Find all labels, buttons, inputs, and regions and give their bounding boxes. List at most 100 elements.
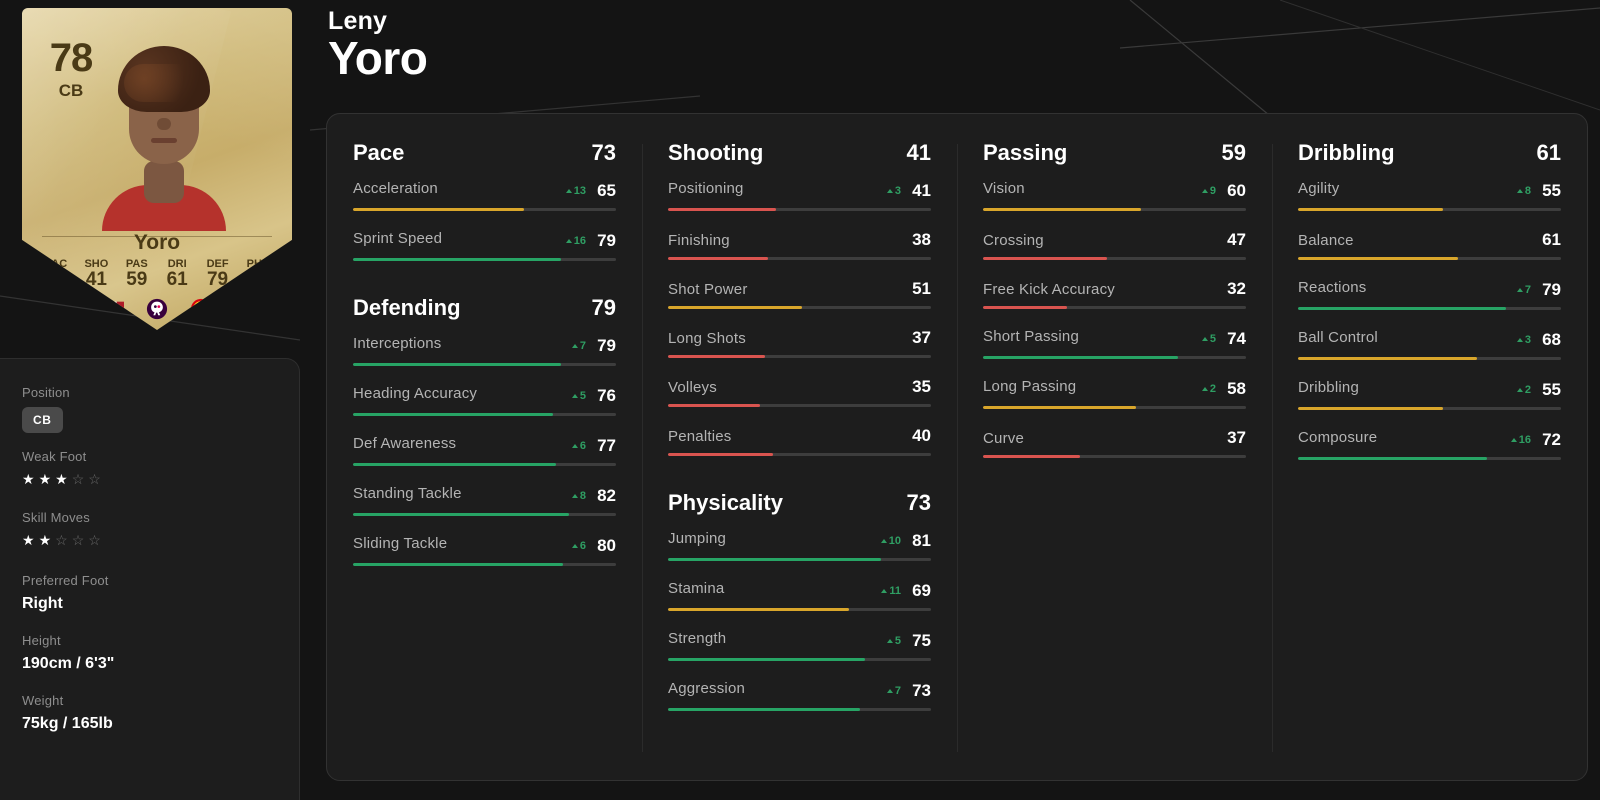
stat-name: Acceleration (353, 180, 438, 197)
attributes-column-3: Passing 59 Vision 9 60 Crossing 47 Free … (957, 140, 1272, 780)
stat-bar-track (1298, 407, 1561, 410)
attributes-column-2: Shooting 41 Positioning 3 41 Finishing 3… (642, 140, 957, 780)
attributes-grid: Pace 73 Acceleration 13 65 Sprint Speed … (327, 140, 1587, 780)
group-total: 73 (906, 490, 931, 515)
stat-bar-fill (983, 356, 1178, 359)
stat-name: Agility (1298, 180, 1340, 197)
stat-row: Long Passing 2 58 (983, 378, 1246, 409)
card-player-surname: Yoro (133, 231, 181, 254)
card-stat-dri: DRI 61 (166, 258, 188, 291)
info-weight: Weight 75kg / 165lb (22, 693, 277, 733)
page-title: Leny Yoro (328, 7, 428, 81)
group-total: 41 (906, 140, 931, 165)
stat-bar-fill (668, 257, 768, 260)
stat-value: 72 (1542, 430, 1561, 449)
stat-delta: 16 (1510, 434, 1531, 446)
stat-bar-fill (983, 208, 1141, 211)
attributes-column-1: Pace 73 Acceleration 13 65 Sprint Speed … (327, 140, 642, 780)
stat-name: Curve (983, 430, 1025, 447)
stat-name: Stamina (668, 580, 725, 597)
player-stats-page: 78 CB Yoro PAC 73 SHO 41 PAS 59 DRI 61 D… (0, 0, 1600, 800)
stat-value: 77 (597, 436, 616, 455)
info-weak-foot: Weak Foot ★★★☆☆ (22, 449, 277, 488)
info-weight-value: 75kg / 165lb (22, 714, 113, 732)
stat-bar-track (668, 558, 931, 561)
card-stat-sho: SHO 41 (84, 258, 109, 291)
stat-row: Dribbling 2 55 (1298, 379, 1561, 410)
info-position: Position CB (22, 385, 277, 433)
stat-name: Long Shots (668, 330, 746, 347)
stat-bar-fill (668, 355, 766, 358)
info-position-label: Position (22, 385, 70, 400)
info-skill-moves-label: Skill Moves (22, 509, 90, 525)
attribute-group-dribbling: Dribbling 61 Agility 8 55 Balance 61 Rea… (1298, 140, 1561, 460)
stat-bar-track (668, 453, 931, 456)
stat-row: Sprint Speed 16 79 (353, 230, 616, 261)
stat-value: 35 (912, 377, 931, 396)
group-total: 61 (1536, 140, 1561, 165)
info-height-value: 190cm / 6'3" (22, 654, 115, 672)
stat-name: Short Passing (983, 328, 1079, 345)
stat-name: Aggression (668, 680, 746, 697)
stat-value: 61 (1542, 230, 1561, 249)
stat-bar-track (983, 306, 1246, 309)
stat-name: Dribbling (1298, 379, 1359, 396)
stat-row: Ball Control 3 68 (1298, 329, 1561, 360)
stat-bar-track (668, 355, 931, 358)
stat-row: Aggression 7 73 (668, 680, 931, 711)
stat-row: Standing Tackle 8 82 (353, 485, 616, 516)
weak-foot-stars: ★★★☆☆ (22, 471, 105, 487)
stat-value: 47 (1227, 230, 1246, 249)
position-chip[interactable]: CB (22, 407, 63, 433)
attributes-panel: Pace 73 Acceleration 13 65 Sprint Speed … (326, 113, 1588, 781)
stat-name: Ball Control (1298, 329, 1378, 346)
stat-bar-fill (983, 406, 1136, 409)
stat-bar-fill (983, 455, 1081, 458)
group-title: Defending (353, 295, 461, 320)
stat-delta: 16 (565, 235, 586, 247)
stat-bar-track (983, 257, 1246, 260)
stat-value: 68 (1542, 330, 1561, 349)
stat-value: 38 (912, 230, 931, 249)
stat-bar-fill (1298, 407, 1443, 410)
group-title: Physicality (668, 490, 783, 515)
stat-name: Positioning (668, 180, 744, 197)
stat-bar-track (353, 363, 616, 366)
stat-bar-fill (668, 306, 803, 309)
stat-bar-fill (983, 306, 1068, 309)
stat-row: Sliding Tackle 6 80 (353, 535, 616, 566)
group-total: 59 (1221, 140, 1246, 165)
player-card[interactable]: 78 CB Yoro PAC 73 SHO 41 PAS 59 DRI 61 D… (22, 8, 292, 330)
info-skill-moves: Skill Moves ★★☆☆☆ (22, 510, 277, 549)
stat-bar-fill (1298, 357, 1477, 360)
stat-value: 58 (1227, 379, 1246, 398)
stat-row: Balance 61 (1298, 230, 1561, 260)
stat-delta: 11 (881, 585, 901, 597)
player-card-face: 78 CB Yoro PAC 73 SHO 41 PAS 59 DRI 61 D… (22, 8, 292, 330)
stat-row: Jumping 10 81 (668, 530, 931, 561)
group-title: Dribbling (1298, 140, 1395, 165)
stat-bar-fill (353, 258, 561, 261)
stat-row: Penalties 40 (668, 426, 931, 456)
stat-name: Sprint Speed (353, 230, 443, 247)
stat-bar-fill (353, 563, 564, 566)
stat-delta: 13 (565, 185, 586, 197)
stat-name: Vision (983, 180, 1025, 197)
stat-bar-track (668, 608, 931, 611)
info-preferred-foot-label: Preferred Foot (22, 572, 109, 588)
stat-name: Crossing (983, 232, 1044, 249)
stat-row: Def Awareness 6 77 (353, 435, 616, 466)
stat-bar-fill (1298, 457, 1488, 460)
stat-bar-fill (1298, 307, 1506, 310)
card-stat-pas: PAS 59 (125, 258, 148, 291)
stat-delta: 3 (1516, 334, 1531, 346)
stat-bar-fill (668, 453, 774, 456)
stat-name: Standing Tackle (353, 485, 462, 502)
group-total: 79 (591, 295, 616, 320)
stat-bar-track (1298, 357, 1561, 360)
stat-delta: 7 (571, 340, 586, 352)
attributes-column-4: Dribbling 61 Agility 8 55 Balance 61 Rea… (1272, 140, 1587, 780)
stat-name: Volleys (668, 379, 717, 396)
stat-name: Free Kick Accuracy (983, 281, 1115, 298)
group-total: 73 (591, 140, 616, 165)
